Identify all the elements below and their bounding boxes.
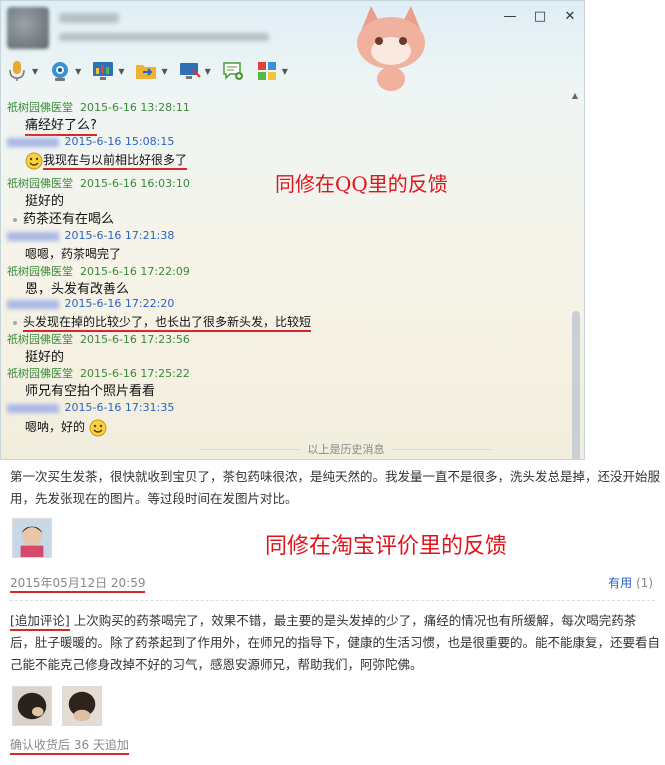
- contact-signature-blurred: [59, 33, 269, 41]
- message-text: 师兄有空拍个照片看看: [25, 384, 156, 399]
- message-time: 2015-6-16 17:25:22: [80, 367, 190, 380]
- close-button[interactable]: ✕: [562, 9, 578, 24]
- toolbar-remote[interactable]: ▼: [178, 59, 211, 83]
- toolbar-new-message[interactable]: [221, 59, 245, 83]
- sender-name: 祇树园佛医堂: [7, 177, 73, 190]
- sender-name: 祇树园佛医堂: [7, 367, 73, 380]
- message-text: 嗯呐，好的: [7, 418, 107, 437]
- self-name-blurred: [7, 231, 59, 241]
- toolbar-send-file[interactable]: ▼: [134, 59, 168, 83]
- additional-review-tag: [追加评论]: [10, 613, 70, 631]
- message-header: 2015-6-16 17:31:35: [7, 401, 174, 414]
- review-date: 2015年05月12日 20:59: [10, 574, 146, 593]
- message-text: 挺好的: [25, 194, 65, 209]
- microphone-icon: [5, 59, 29, 83]
- divider: [10, 600, 655, 601]
- apps-icon: [255, 59, 279, 83]
- scrollbar-thumb[interactable]: [572, 311, 580, 459]
- toolbar-share-screen[interactable]: ▼: [91, 59, 124, 83]
- message-text: 恩，头发有改善么: [25, 282, 130, 297]
- message-time: 2015-6-16 17:21:38: [64, 229, 175, 242]
- message-time: 2015-6-16 15:08:15: [64, 135, 175, 148]
- message-text: 头发现在掉的比较少了，也长出了很多新头发，比较短: [7, 313, 312, 332]
- fox-mascot-icon: [357, 6, 425, 91]
- message-text: 嗯嗯，药茶喝完了: [25, 247, 122, 261]
- contact-avatar[interactable]: [7, 7, 49, 49]
- review-body: 第一次买生发茶，很快就收到宝贝了，茶包药味很浓，是纯天然的。我发量一直不是很多，…: [10, 469, 661, 506]
- remote-desktop-icon: [178, 59, 202, 83]
- sender-name: 祇树园佛医堂: [7, 101, 73, 114]
- screen-share-icon: [91, 59, 115, 83]
- additional-photo-thumbnail[interactable]: [62, 686, 102, 726]
- message-text: 我现在与以前相比好很多了: [7, 151, 188, 170]
- message-time: 2015-6-16 17:31:35: [64, 401, 175, 414]
- webcam-icon: [48, 59, 72, 83]
- title-bar: — □ ✕: [1, 1, 584, 53]
- taobao-feedback-annotation: 同修在淘宝评价里的反馈: [265, 534, 508, 559]
- message-text: 药茶还有在喝么: [7, 208, 114, 227]
- toolbar-video[interactable]: ▼: [48, 59, 81, 83]
- window-controls: — □ ✕: [502, 9, 578, 24]
- message-time: 2015-6-16 17:22:20: [64, 297, 175, 310]
- additional-review: [追加评论] 上次购买的药茶喝完了，效果不错，最主要的是头发掉的少了，痛经的情况…: [10, 610, 660, 676]
- message-header: 2015-6-16 17:22:20: [7, 297, 174, 310]
- message-header: 祇树园佛医堂 2015-6-16 16:03:10: [7, 175, 190, 191]
- self-name-blurred: [7, 403, 59, 413]
- contact-name-blurred: [59, 13, 119, 23]
- message-header: 祇树园佛医堂 2015-6-16 17:22:09: [7, 263, 190, 279]
- history-label: 以上是历史消息: [307, 443, 385, 456]
- message-header: 祇树园佛医堂 2015-6-16 13:28:11: [7, 99, 190, 115]
- message-text: 挺好的: [25, 350, 65, 365]
- message-time: 2015-6-16 13:28:11: [80, 101, 190, 114]
- message-time: 2015-6-16 17:23:56: [80, 333, 190, 346]
- qq-feedback-annotation: 同修在QQ里的反馈: [275, 172, 448, 196]
- message-header: 2015-6-16 17:21:38: [7, 229, 174, 242]
- message-time: 2015-6-16 16:03:10: [80, 177, 190, 190]
- toolbar-voice[interactable]: ▼: [5, 59, 38, 83]
- toolbar-apps[interactable]: ▼: [255, 59, 288, 83]
- additional-photo-thumbnail[interactable]: [12, 686, 52, 726]
- message-header: 祇树园佛医堂 2015-6-16 17:23:56: [7, 331, 190, 347]
- sender-name: 祇树园佛医堂: [7, 265, 73, 278]
- review-photo-thumbnail[interactable]: [12, 518, 52, 558]
- confirm-append-note: 确认收货后 36 天追加: [10, 736, 129, 755]
- additional-review-text: 上次购买的药茶喝完了，效果不错，最主要的是头发掉的少了，痛经的情况也有所缓解，每…: [10, 613, 661, 672]
- scroll-up-arrow[interactable]: ▲: [572, 91, 578, 100]
- smiley-emoji-icon: [89, 419, 107, 436]
- message-time: 2015-6-16 17:22:09: [80, 265, 190, 278]
- chat-toolbar: ▼ ▼ ▼ ▼ ▼ ▼: [5, 57, 288, 85]
- history-divider: 以上是历史消息: [201, 441, 491, 457]
- new-message-icon: [221, 59, 245, 83]
- message-header: 祇树园佛医堂 2015-6-16 17:25:22: [7, 365, 190, 381]
- sender-name: 祇树园佛医堂: [7, 333, 73, 346]
- useful-button[interactable]: 有用 (1): [608, 574, 653, 591]
- message-text: 痛经好了么?: [7, 114, 97, 136]
- maximize-button[interactable]: □: [532, 9, 548, 24]
- self-name-blurred: [7, 299, 59, 309]
- file-transfer-icon: [134, 59, 158, 83]
- smiley-emoji-icon: [25, 152, 43, 169]
- qq-chat-window: — □ ✕ ▼ ▼ ▼ ▼ ▼ ▼ 祇树园佛医堂 2015-6-16 13:28…: [0, 0, 585, 460]
- minimize-button[interactable]: —: [502, 9, 518, 24]
- message-header: 2015-6-16 15:08:15: [7, 135, 174, 148]
- self-name-blurred: [7, 137, 59, 147]
